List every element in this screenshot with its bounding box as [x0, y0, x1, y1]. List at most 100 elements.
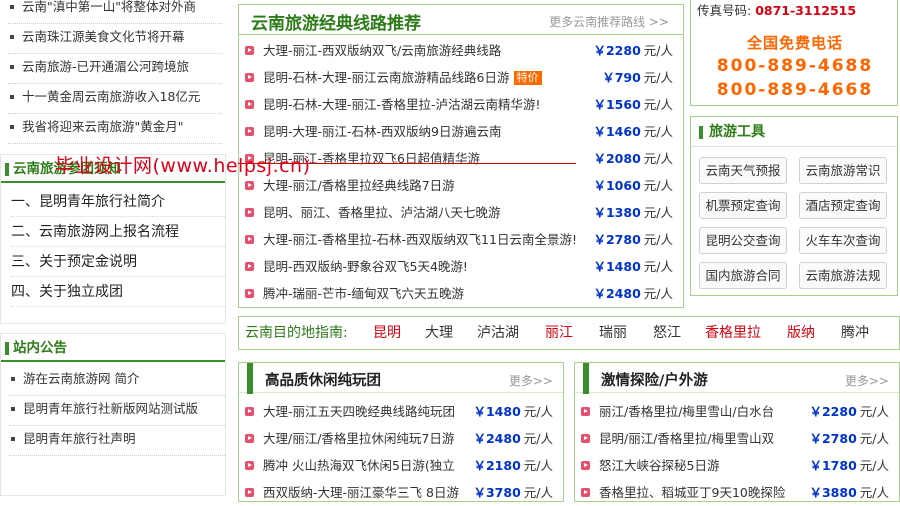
route-name-text[interactable]: 大理-丽江-西双版纳双飞/云南旅游经典线路 — [263, 43, 501, 58]
list-item[interactable]: 云南"滇中第一山"将整体对外商 — [8, 0, 222, 24]
bullet-icon — [11, 407, 15, 411]
route-row[interactable]: 昆明/丽江/香格里拉/梅里雪山双 ￥2780 元/人 — [575, 425, 899, 452]
route-name[interactable]: 腾冲 火山热海双飞休闲5日游(独立 — [263, 452, 455, 479]
route-name[interactable]: 大理-丽江五天四晚经典线路纯玩团 — [263, 398, 455, 425]
route-row[interactable]: 香格里拉、稻城亚丁9天10晚探险 ￥3880 元/人 — [575, 479, 899, 506]
route-name-text[interactable]: 昆明-石林-大理-丽江云南旅游精品线路6日游 — [263, 70, 510, 85]
contract-button[interactable]: 国内旅游合同 — [699, 262, 787, 289]
destination-link[interactable]: 大理 — [425, 317, 453, 349]
price-unit: 元/人 — [859, 404, 889, 419]
route-name[interactable]: 大理-丽江-西双版纳双飞/云南旅游经典线路 — [263, 37, 501, 64]
destination-link[interactable]: 腾冲 — [841, 317, 869, 349]
news-link[interactable]: 云南"滇中第一山"将整体对外商 — [22, 0, 196, 14]
route-name-text[interactable]: 腾冲-瑞丽-芒市-缅甸双飞六天五晚游 — [263, 286, 464, 301]
more-link[interactable]: 更多>> — [509, 372, 553, 389]
notice-link[interactable]: 昆明青年旅行社新版网站测试版 — [23, 401, 198, 416]
destination-link[interactable]: 昆明 — [373, 317, 401, 349]
route-name[interactable]: 怒江大峡谷探秘5日游 — [599, 452, 719, 479]
destination-link[interactable]: 香格里拉 — [705, 317, 761, 349]
route-name[interactable]: 昆明/丽江/香格里拉/梅里雪山双 — [599, 425, 774, 452]
route-name-text[interactable]: 大理-丽江/香格里拉经典线路7日游 — [263, 178, 455, 193]
title-tab-icon — [247, 363, 253, 394]
route-row[interactable]: 丽江/香格里拉/梅里雪山/白水台 ￥2280 元/人 — [575, 398, 899, 425]
route-row[interactable]: 西双版纳-大理-丽江豪华三飞 8日游 ￥3780 元/人 — [239, 479, 563, 506]
route-row[interactable]: 腾冲 火山热海双飞休闲5日游(独立 ￥2180 元/人 — [239, 452, 563, 479]
news-link[interactable]: 云南珠江源美食文化节将开幕 — [22, 29, 185, 44]
route-name[interactable]: 昆明、丽江、香格里拉、泸沽湖八天七晚游 — [263, 199, 501, 226]
route-name-text[interactable]: 大理/丽江/香格里拉休闲纯玩7日游 — [263, 431, 454, 446]
news-link[interactable]: 云南旅游-已开通湄公河跨境旅 — [22, 59, 189, 74]
list-item[interactable]: 我省将迎来云南旅游"黄金月" — [8, 114, 222, 144]
arrow-bullet-icon — [245, 235, 254, 244]
list-item[interactable]: 云南珠江源美食文化节将开幕 — [8, 24, 222, 54]
bus-query-button[interactable]: 昆明公交查询 — [699, 227, 787, 254]
more-link[interactable]: 更多>> — [845, 372, 889, 389]
news-link[interactable]: 十一黄金周云南旅游收入18亿元 — [22, 89, 200, 104]
regulations-button[interactable]: 云南旅游法规 — [799, 262, 887, 289]
route-name-text[interactable]: 西双版纳-大理-丽江豪华三飞 8日游 — [263, 485, 459, 500]
price-value: ￥1460 — [593, 124, 641, 139]
route-name-text[interactable]: 昆明-石林-大理-丽江-香格里拉-泸沽湖云南精华游! — [263, 97, 541, 112]
route-name-text[interactable]: 昆明、丽江、香格里拉、泸沽湖八天七晚游 — [263, 205, 501, 220]
route-name-text[interactable]: 大理-丽江五天四晚经典线路纯玩团 — [263, 404, 455, 419]
more-routes-link[interactable]: 更多云南推荐路线 >> — [549, 13, 669, 30]
weather-button[interactable]: 云南天气预报 — [699, 157, 787, 184]
travel-tips-button[interactable]: 云南旅游常识 — [799, 157, 887, 184]
route-row[interactable]: 昆明-西双版纳-野象谷双飞5天4晚游! ￥1480 元/人 — [239, 253, 683, 280]
list-item[interactable]: 三、关于预定金说明 — [11, 247, 225, 277]
route-name-text[interactable]: 怒江大峡谷探秘5日游 — [599, 458, 719, 473]
list-item[interactable]: 十一黄金周云南旅游收入18亿元 — [8, 84, 222, 114]
route-name[interactable]: 大理-丽江-香格里拉-石林-西双版纳双飞11日云南全景游! — [263, 226, 577, 253]
route-name[interactable]: 昆明-大理-丽江-石林-西双版纳9日游遍云南 — [263, 118, 502, 145]
destination-link[interactable]: 怒江 — [653, 317, 681, 349]
price-unit: 元/人 — [643, 124, 673, 139]
list-item[interactable]: 昆明青年旅行社新版网站测试版 — [9, 396, 225, 426]
route-row[interactable]: 腾冲-瑞丽-芒市-缅甸双飞六天五晚游 ￥2480 元/人 — [239, 280, 683, 307]
route-row[interactable]: 昆明-大理-丽江-石林-西双版纳9日游遍云南 ￥1460 元/人 — [239, 118, 683, 145]
route-row[interactable]: 大理-丽江-香格里拉-石林-西双版纳双飞11日云南全景游! ￥2780 元/人 — [239, 226, 683, 253]
destination-link[interactable]: 丽江 — [545, 317, 573, 349]
bullet-icon — [10, 35, 14, 39]
route-name-text[interactable]: 香格里拉、稻城亚丁9天10晚探险 — [599, 485, 785, 500]
route-price: ￥3880 元/人 — [809, 479, 889, 506]
route-name-text[interactable]: 昆明-西双版纳-野象谷双飞5天4晚游! — [263, 259, 468, 274]
route-name[interactable]: 腾冲-瑞丽-芒市-缅甸双飞六天五晚游 — [263, 280, 464, 307]
watermark: 毕业设计网(www.helpsj.cn) — [55, 155, 311, 177]
news-link[interactable]: 我省将迎来云南旅游"黄金月" — [22, 119, 184, 134]
route-name[interactable]: 昆明-西双版纳-野象谷双飞5天4晚游! — [263, 253, 468, 280]
route-row[interactable]: 大理-丽江五天四晚经典线路纯玩团 ￥1480 元/人 — [239, 398, 563, 425]
route-name[interactable]: 香格里拉、稻城亚丁9天10晚探险 — [599, 479, 785, 506]
arrow-bullet-icon — [245, 73, 254, 82]
route-name-text[interactable]: 丽江/香格里拉/梅里雪山/白水台 — [599, 404, 774, 419]
route-row[interactable]: 昆明-石林-大理-丽江-香格里拉-泸沽湖云南精华游! ￥1560 元/人 — [239, 91, 683, 118]
route-name-text[interactable]: 昆明/丽江/香格里拉/梅里雪山双 — [599, 431, 774, 446]
list-item[interactable]: 二、云南旅游网上报名流程 — [11, 217, 225, 247]
route-row[interactable]: 大理/丽江/香格里拉休闲纯玩7日游 ￥2480 元/人 — [239, 425, 563, 452]
route-name[interactable]: 昆明-石林-大理-丽江云南旅游精品线路6日游 特价 — [263, 64, 542, 91]
list-item[interactable]: 昆明青年旅行社声明 — [9, 426, 225, 456]
destination-link[interactable]: 泸沽湖 — [477, 317, 519, 349]
route-name-text[interactable]: 昆明-大理-丽江-石林-西双版纳9日游遍云南 — [263, 124, 502, 139]
destination-link[interactable]: 版纳 — [787, 317, 815, 349]
flight-query-button[interactable]: 机票预定查询 — [699, 192, 787, 219]
route-name-text[interactable]: 大理-丽江-香格里拉-石林-西双版纳双飞11日云南全景游! — [263, 232, 577, 247]
list-item[interactable]: 云南旅游-已开通湄公河跨境旅 — [8, 54, 222, 84]
list-item[interactable]: 游在云南旅游网 简介 — [9, 366, 225, 396]
route-name-text[interactable]: 腾冲 火山热海双飞休闲5日游(独立 — [263, 458, 455, 473]
hotel-query-button[interactable]: 酒店预定查询 — [799, 192, 887, 219]
route-name[interactable]: 大理/丽江/香格里拉休闲纯玩7日游 — [263, 425, 454, 452]
destination-link[interactable]: 瑞丽 — [599, 317, 627, 349]
route-name[interactable]: 丽江/香格里拉/梅里雪山/白水台 — [599, 398, 774, 425]
route-row[interactable]: 大理-丽江-西双版纳双飞/云南旅游经典线路 ￥2280 元/人 — [239, 37, 683, 64]
route-price: ￥1460 元/人 — [593, 118, 673, 145]
route-row[interactable]: 怒江大峡谷探秘5日游 ￥1780 元/人 — [575, 452, 899, 479]
list-item[interactable]: 四、关于独立成团 — [11, 277, 225, 307]
notice-link[interactable]: 游在云南旅游网 简介 — [23, 371, 139, 386]
notice-link[interactable]: 昆明青年旅行社声明 — [23, 431, 136, 446]
list-item[interactable]: 一、昆明青年旅行社简介 — [11, 187, 225, 217]
route-name[interactable]: 西双版纳-大理-丽江豪华三飞 8日游 — [263, 479, 459, 506]
route-row[interactable]: 昆明-石林-大理-丽江云南旅游精品线路6日游 特价 ￥790 元/人 — [239, 64, 683, 91]
route-name[interactable]: 昆明-石林-大理-丽江-香格里拉-泸沽湖云南精华游! — [263, 91, 541, 118]
train-query-button[interactable]: 火车车次查询 — [799, 227, 887, 254]
route-row[interactable]: 昆明、丽江、香格里拉、泸沽湖八天七晚游 ￥1380 元/人 — [239, 199, 683, 226]
